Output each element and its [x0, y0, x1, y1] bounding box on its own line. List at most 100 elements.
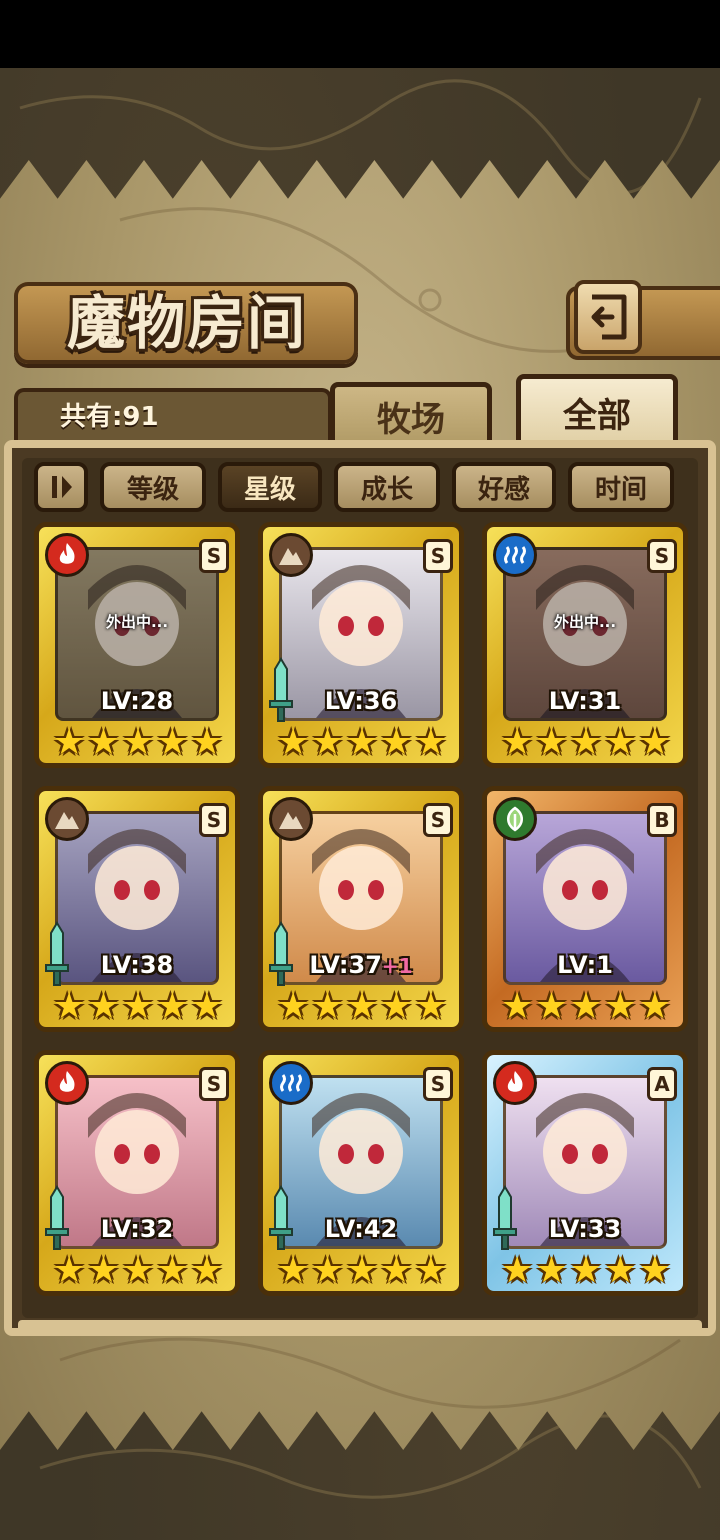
earth-element-icon	[269, 797, 313, 841]
star-icon: ★	[156, 986, 189, 1027]
star-rating: ★ ★ ★ ★ ★	[53, 725, 223, 761]
rank-badge: S	[423, 539, 453, 573]
monster-card[interactable]: S LV:37+1 ★ ★ ★ ★ ★	[258, 786, 464, 1032]
star-icon: ★	[501, 986, 534, 1027]
sort-growth-button[interactable]: 成长	[334, 462, 440, 512]
star-icon: ★	[638, 722, 671, 763]
monster-count: 共有:91	[60, 402, 159, 432]
tab-ranch[interactable]: 牧场	[330, 382, 492, 446]
monster-level: LV:32	[100, 1215, 174, 1243]
status-bar	[0, 0, 720, 68]
star-icon: ★	[190, 722, 223, 763]
star-icon: ★	[87, 1250, 120, 1291]
monster-level: LV:36	[324, 687, 398, 715]
monster-level: LV:42	[324, 1215, 398, 1243]
monster-card[interactable]: S LV:42 ★ ★ ★ ★ ★	[258, 1050, 464, 1296]
star-icon: ★	[53, 722, 86, 763]
star-icon: ★	[121, 986, 155, 1027]
star-icon: ★	[121, 1250, 155, 1291]
star-icon: ★	[311, 722, 344, 763]
page-title: 魔物房间	[66, 289, 307, 357]
star-rating: ★ ★ ★ ★ ★	[277, 1253, 447, 1289]
star-icon: ★	[190, 986, 223, 1027]
star-rating: ★ ★ ★ ★ ★	[501, 725, 671, 761]
star-icon: ★	[277, 1250, 310, 1291]
star-icon: ★	[638, 986, 671, 1027]
star-icon: ★	[501, 722, 534, 763]
star-rating: ★ ★ ★ ★ ★	[277, 725, 447, 761]
star-icon: ★	[277, 986, 310, 1027]
level-bonus: +1	[381, 954, 413, 978]
away-status: 外出中...	[105, 613, 169, 631]
sort-affection-button[interactable]: 好感	[452, 462, 556, 512]
star-icon: ★	[501, 1250, 534, 1291]
star-icon: ★	[604, 986, 637, 1027]
star-icon: ★	[604, 722, 637, 763]
star-icon: ★	[53, 1250, 86, 1291]
fire-element-icon	[45, 533, 89, 577]
star-icon: ★	[380, 722, 413, 763]
sort-level-button[interactable]: 等级	[100, 462, 206, 512]
rank-badge: S	[199, 1067, 229, 1101]
fire-element-icon	[493, 1061, 537, 1105]
star-icon: ★	[535, 1250, 568, 1291]
star-icon: ★	[345, 986, 379, 1027]
star-icon: ★	[638, 1250, 671, 1291]
monster-card[interactable]: A LV:33 ★ ★ ★ ★ ★	[482, 1050, 688, 1296]
star-icon: ★	[277, 722, 310, 763]
star-icon: ★	[569, 986, 603, 1027]
star-icon: ★	[311, 1250, 344, 1291]
back-button[interactable]	[574, 280, 642, 354]
monster-card[interactable]: S LV:36 ★ ★ ★ ★ ★	[258, 522, 464, 768]
star-rating: ★ ★ ★ ★ ★	[501, 989, 671, 1025]
wind-element-icon	[493, 797, 537, 841]
away-status: 外出中...	[553, 613, 617, 631]
fire-element-icon	[45, 1061, 89, 1105]
rank-badge: B	[647, 803, 677, 837]
monster-card[interactable]: S LV:32 ★ ★ ★ ★ ★	[34, 1050, 240, 1296]
water-element-icon	[493, 533, 537, 577]
star-icon: ★	[414, 722, 447, 763]
star-icon: ★	[535, 986, 568, 1027]
monster-level: LV:31	[548, 687, 622, 715]
rank-badge: S	[423, 803, 453, 837]
sort-time-button[interactable]: 时间	[568, 462, 674, 512]
star-icon: ★	[121, 722, 155, 763]
star-icon: ★	[414, 986, 447, 1027]
panel-bottom-border	[18, 1320, 702, 1332]
star-icon: ★	[414, 1250, 447, 1291]
star-icon: ★	[156, 722, 189, 763]
monster-level: LV:1	[557, 951, 613, 979]
earth-element-icon	[269, 533, 313, 577]
star-icon: ★	[380, 1250, 413, 1291]
sort-star-button[interactable]: 星级	[218, 462, 322, 512]
star-icon: ★	[604, 1250, 637, 1291]
earth-element-icon	[45, 797, 89, 841]
star-icon: ★	[345, 1250, 379, 1291]
rank-badge: S	[647, 539, 677, 573]
star-icon: ★	[345, 722, 379, 763]
tab-all[interactable]: 全部	[516, 374, 678, 446]
star-rating: ★ ★ ★ ★ ★	[53, 1253, 223, 1289]
star-icon: ★	[87, 722, 120, 763]
star-rating: ★ ★ ★ ★ ★	[53, 989, 223, 1025]
star-icon: ★	[87, 986, 120, 1027]
monster-card[interactable]: S 外出中... LV:31 ★ ★ ★ ★ ★	[482, 522, 688, 768]
rank-badge: S	[423, 1067, 453, 1101]
sort-toggle-icon	[52, 476, 72, 498]
star-icon: ★	[380, 986, 413, 1027]
star-rating: ★ ★ ★ ★ ★	[501, 1253, 671, 1289]
monster-level: LV:38	[100, 951, 174, 979]
star-icon: ★	[156, 1250, 189, 1291]
rank-badge: S	[199, 539, 229, 573]
star-icon: ★	[53, 986, 86, 1027]
monster-card[interactable]: B LV:1 ★ ★ ★ ★ ★	[482, 786, 688, 1032]
star-icon: ★	[569, 1250, 603, 1291]
rank-badge: S	[199, 803, 229, 837]
rank-badge: A	[647, 1067, 677, 1101]
monster-card[interactable]: S LV:38 ★ ★ ★ ★ ★	[34, 786, 240, 1032]
monster-level: LV:28	[100, 687, 174, 715]
monster-card[interactable]: S 外出中... LV:28 ★ ★ ★ ★ ★	[34, 522, 240, 768]
sort-order-toggle[interactable]	[34, 462, 88, 512]
star-icon: ★	[311, 986, 344, 1027]
